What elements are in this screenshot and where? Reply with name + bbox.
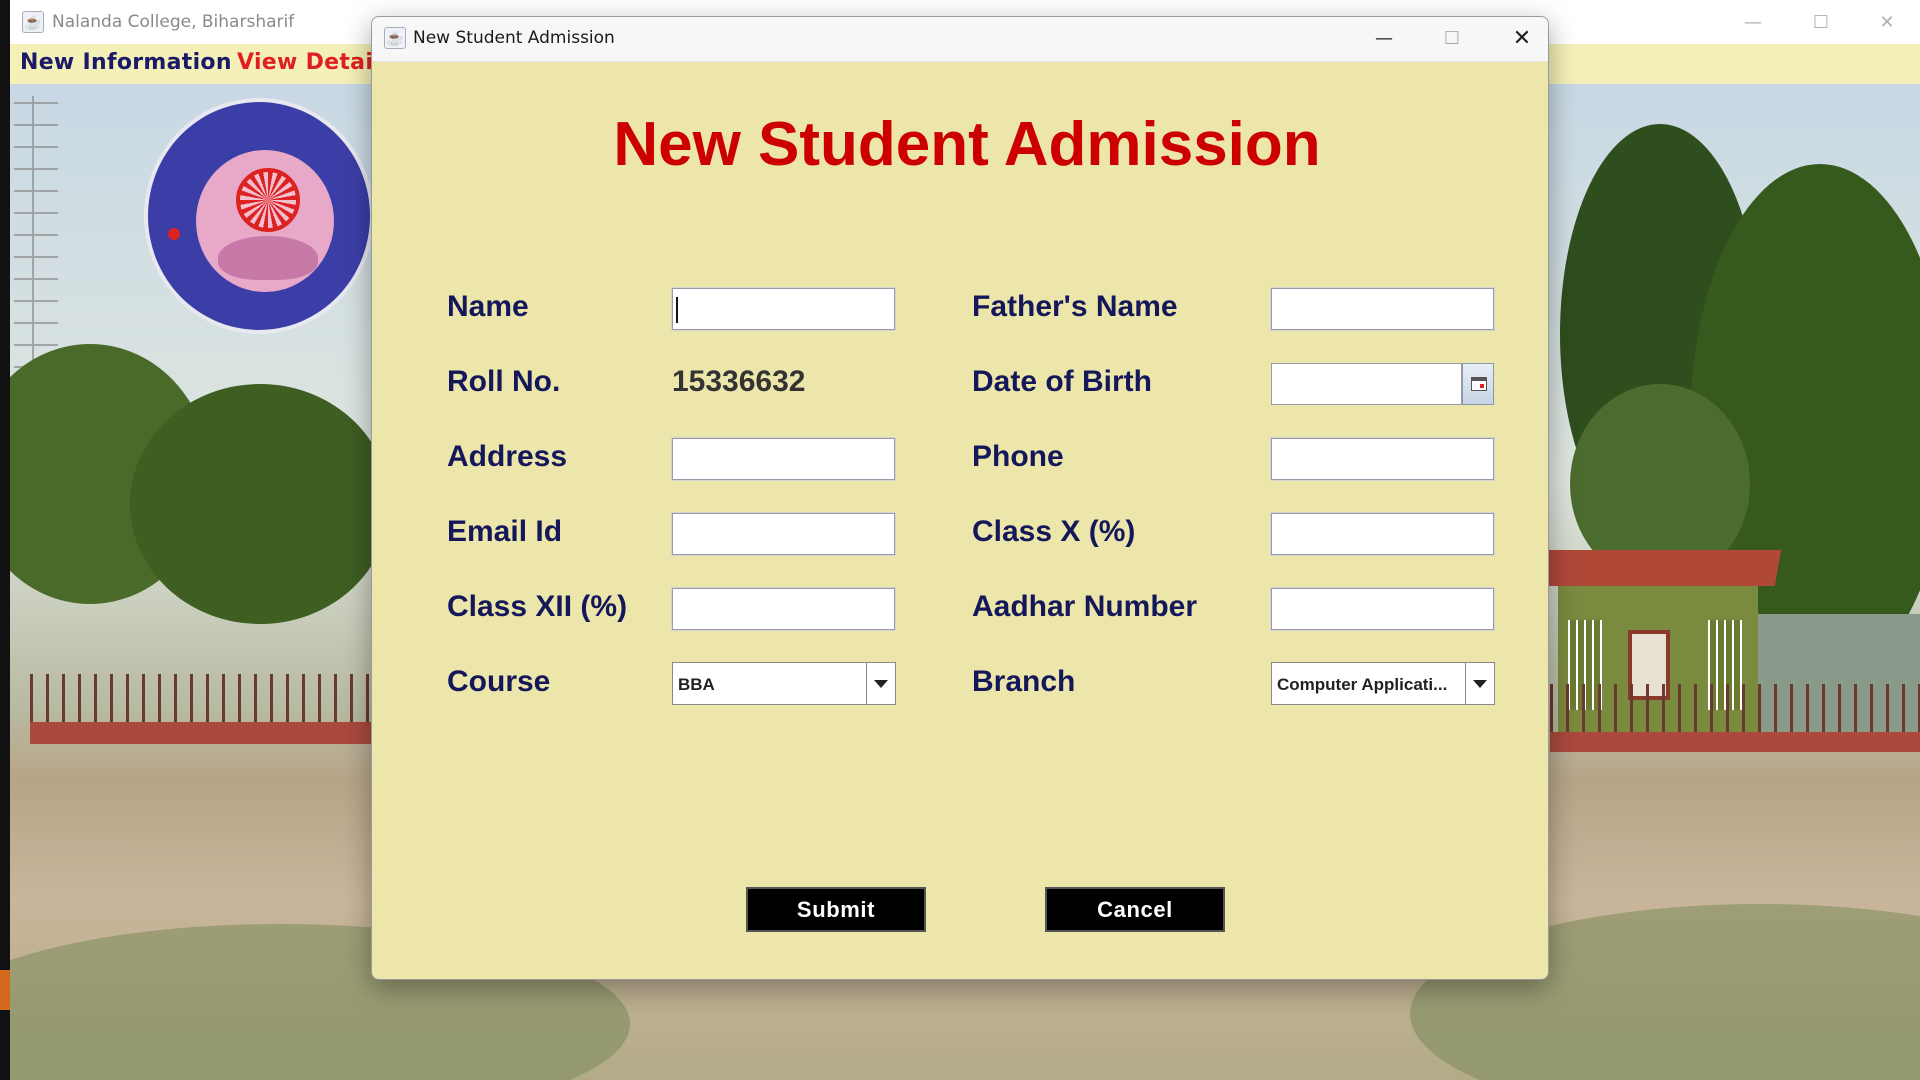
chevron-down-icon[interactable] <box>866 663 895 704</box>
date-of-birth-label: Date of Birth <box>972 365 1152 398</box>
java-app-icon: ☕ <box>22 11 44 33</box>
boundary-wall <box>1550 732 1920 752</box>
boundary-wall <box>30 722 390 744</box>
main-minimize-button[interactable]: — <box>1738 8 1768 38</box>
lotus-icon <box>218 236 318 280</box>
date-picker-button[interactable] <box>1462 363 1494 405</box>
chevron-down-icon[interactable] <box>1465 663 1494 704</box>
email-label: Email Id <box>447 515 563 548</box>
email-field[interactable] <box>672 513 895 555</box>
phone-label: Phone <box>972 440 1064 473</box>
phone-field[interactable] <box>1271 438 1494 480</box>
page-heading: New Student Admission <box>613 110 1321 179</box>
course-selected-value: BBA <box>678 675 715 694</box>
college-logo <box>144 98 374 334</box>
branch-label: Branch <box>972 665 1076 698</box>
name-field[interactable] <box>672 288 895 330</box>
taskbar-accent <box>0 970 10 1010</box>
main-window-title: Nalanda College, Biharsharif <box>52 12 295 32</box>
new-student-admission-dialog: ☕ New Student Admission — ☐ ✕ New Studen… <box>371 16 1549 980</box>
course-dropdown[interactable]: BBA <box>672 662 896 705</box>
fathers-name-label: Father's Name <box>972 290 1178 323</box>
main-close-button[interactable]: ✕ <box>1872 8 1902 38</box>
main-maximize-button[interactable]: ☐ <box>1806 8 1836 38</box>
dialog-close-button[interactable]: ✕ <box>1500 24 1544 54</box>
dialog-titlebar: ☕ New Student Admission — ☐ ✕ <box>372 17 1548 62</box>
class-x-label: Class X (%) <box>972 515 1136 548</box>
text-caret <box>676 297 678 323</box>
menu-new-information[interactable]: New Information <box>20 50 232 75</box>
submit-button[interactable]: Submit <box>746 887 926 932</box>
class-x-field[interactable] <box>1271 513 1494 555</box>
dialog-minimize-button[interactable]: — <box>1362 24 1406 54</box>
class-xii-label: Class XII (%) <box>447 590 628 623</box>
address-field[interactable] <box>672 438 895 480</box>
dialog-maximize-button[interactable]: ☐ <box>1430 24 1474 54</box>
dharma-wheel-icon <box>236 168 300 232</box>
date-of-birth-field[interactable] <box>1271 363 1462 405</box>
aadhar-number-field[interactable] <box>1271 588 1494 630</box>
tree <box>130 384 390 624</box>
dialog-title: New Student Admission <box>413 28 615 48</box>
desktop-edge <box>0 0 10 1080</box>
menu-view-detail[interactable]: View Detail <box>237 50 381 75</box>
java-app-icon: ☕ <box>384 27 406 49</box>
cancel-button[interactable]: Cancel <box>1045 887 1225 932</box>
branch-selected-value: Computer Applicati... <box>1277 675 1448 694</box>
roll-no-label: Roll No. <box>447 365 561 398</box>
fathers-name-field[interactable] <box>1271 288 1494 330</box>
fence <box>30 674 390 724</box>
name-label: Name <box>447 290 529 323</box>
roll-no-value: 15336632 <box>672 365 806 398</box>
address-label: Address <box>447 440 568 473</box>
calendar-icon <box>1471 377 1487 391</box>
fence <box>1550 684 1920 734</box>
class-xii-field[interactable] <box>672 588 895 630</box>
course-label: Course <box>447 665 551 698</box>
aadhar-number-label: Aadhar Number <box>972 590 1198 623</box>
branch-dropdown[interactable]: Computer Applicati... <box>1271 662 1495 705</box>
